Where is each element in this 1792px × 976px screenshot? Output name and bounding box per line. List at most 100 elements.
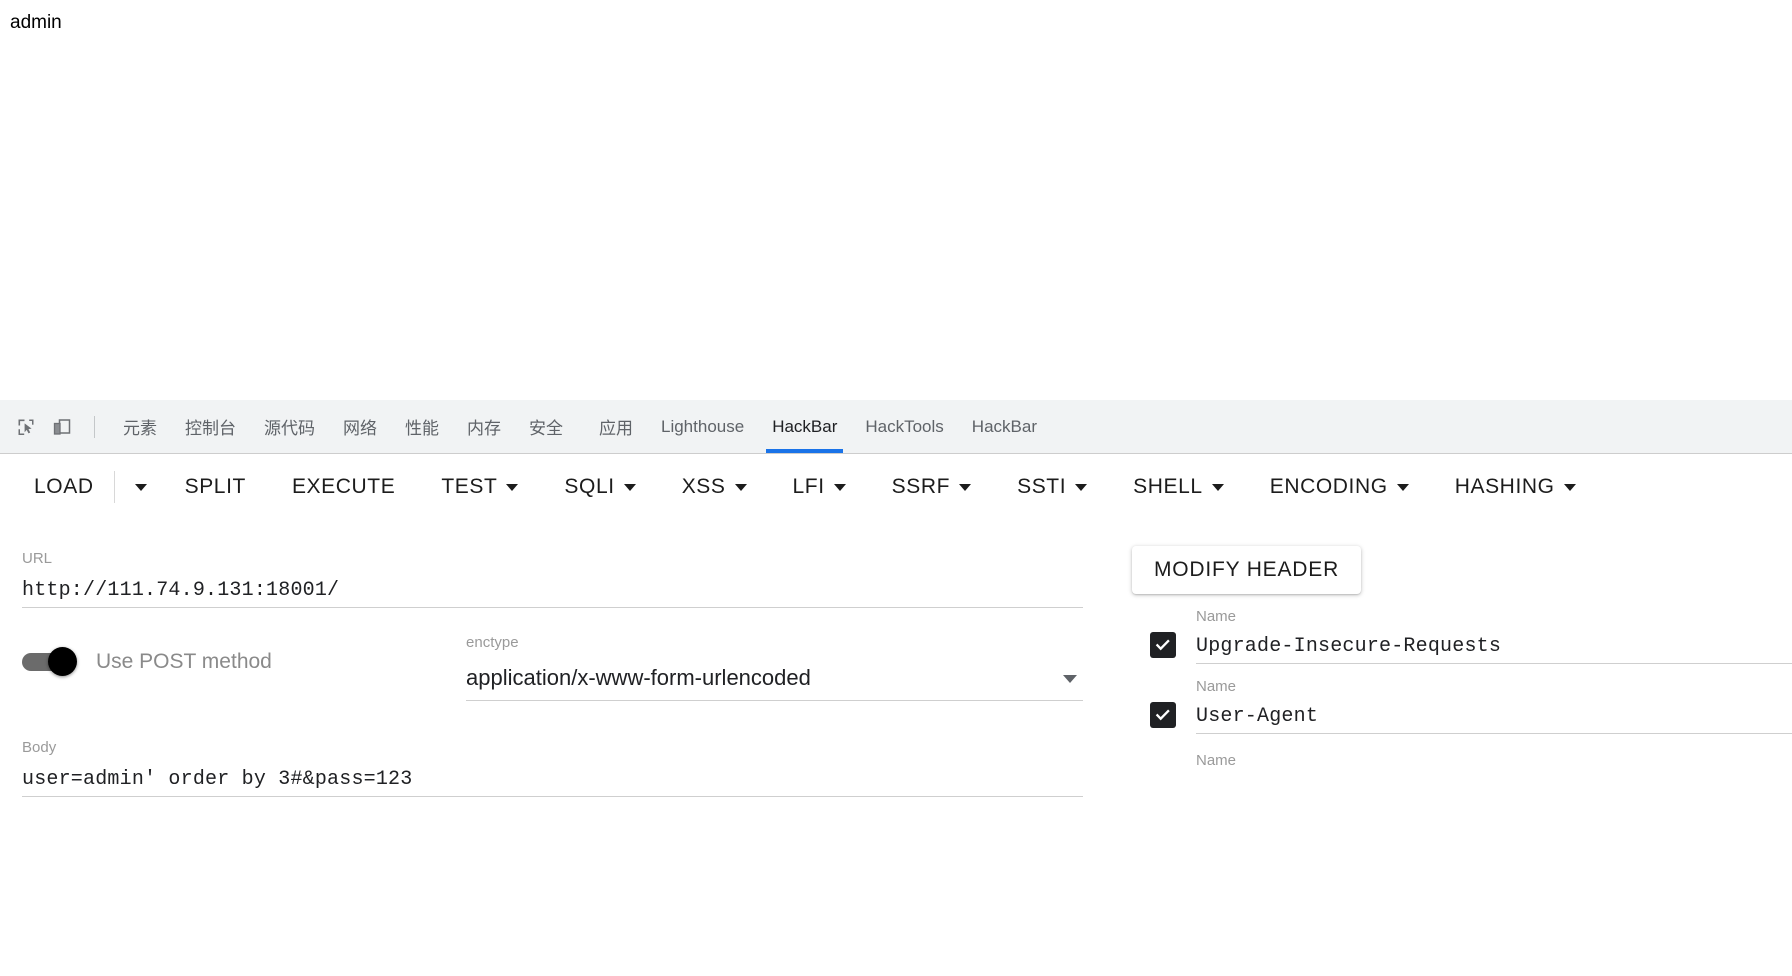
tab-hackbar[interactable]: HackBar — [758, 400, 851, 453]
split-label: SPLIT — [184, 475, 246, 498]
ssrf-label: SSRF — [891, 475, 951, 498]
post-and-enctype-row: Use POST method enctype application/x-ww… — [22, 634, 1083, 701]
body-field[interactable]: Body user=admin' order by 3#&pass=123 — [22, 739, 1083, 797]
header-name-field[interactable]: Name User-Agent — [1196, 678, 1792, 734]
load-button[interactable]: LOAD — [22, 469, 106, 505]
header-enabled-checkbox[interactable] — [1150, 632, 1176, 658]
chevron-down-icon — [134, 483, 147, 491]
split-button[interactable]: SPLIT — [173, 469, 258, 505]
device-toolbar-icon[interactable] — [44, 409, 80, 445]
sqli-button[interactable]: SQLI — [552, 469, 647, 505]
tab-label: HackBar — [971, 416, 1037, 436]
chevron-down-icon — [833, 483, 846, 491]
tab-application[interactable]: 应用 — [585, 400, 647, 453]
toggle-switch-icon[interactable] — [22, 647, 78, 676]
lfi-button[interactable]: LFI — [781, 469, 858, 505]
tab-label: 安全 — [529, 419, 563, 438]
modify-header-button[interactable]: MODIFY HEADER — [1132, 546, 1362, 594]
tab-label: 元素 — [123, 419, 157, 438]
header-name-field[interactable]: Name Upgrade-Insecure-Requests — [1196, 608, 1792, 664]
tab-label: HackBar — [772, 416, 838, 436]
tab-label: 性能 — [405, 419, 439, 438]
devtools-tabbar: 元素 控制台 源代码 网络 性能 内存 安全 应用 Lighthouse Hac… — [0, 400, 1792, 454]
enctype-label: enctype — [466, 634, 519, 651]
sqli-label: SQLI — [564, 475, 615, 498]
page-content-text: admin — [10, 12, 62, 33]
chevron-down-icon[interactable] — [1063, 675, 1077, 683]
tab-network[interactable]: 网络 — [329, 400, 391, 453]
tab-label: HackTools — [865, 416, 944, 436]
tab-label: 源代码 — [264, 419, 315, 438]
chevron-down-icon — [623, 483, 636, 491]
url-label: URL — [22, 550, 53, 567]
header-name-label: Name — [1196, 678, 1237, 695]
load-label: LOAD — [34, 475, 94, 498]
tab-security[interactable]: 安全 — [515, 400, 577, 453]
tab-label: Lighthouse — [661, 416, 745, 436]
tab-console[interactable]: 控制台 — [171, 400, 250, 453]
body-label: Body — [22, 739, 57, 756]
test-button[interactable]: TEST — [429, 469, 530, 505]
execute-button[interactable]: EXECUTE — [280, 469, 407, 505]
header-name-input[interactable]: Upgrade-Insecure-Requests — [1196, 635, 1792, 664]
lfi-label: LFI — [792, 475, 825, 498]
enctype-value[interactable]: application/x-www-form-urlencoded — [466, 665, 1083, 701]
hackbar-panel: LOAD SPLIT EXECUTE TEST SQLI XSS LFI SSR… — [0, 454, 1792, 976]
body-input[interactable]: user=admin' order by 3#&pass=123 — [22, 768, 1083, 797]
header-row: Name User-Agent — [1132, 678, 1792, 734]
tab-sources[interactable]: 源代码 — [250, 400, 329, 453]
header-row: Name Upgrade-Insecure-Requests — [1132, 608, 1792, 664]
modify-header-column: MODIFY HEADER Name Upgrade-Insecure-Requ… — [1132, 520, 1792, 769]
url-field[interactable]: URL http://111.74.9.131:18001/ — [22, 550, 1083, 608]
header-row-partial: Name — [1132, 752, 1792, 769]
tab-label: 内存 — [467, 419, 501, 438]
shell-label: SHELL — [1133, 475, 1203, 498]
tab-elements[interactable]: 元素 — [109, 400, 171, 453]
load-divider — [113, 471, 115, 503]
chevron-down-icon — [1396, 483, 1409, 491]
toggle-knob — [48, 647, 77, 676]
chevron-down-icon — [1211, 483, 1224, 491]
tab-performance[interactable]: 性能 — [391, 400, 453, 453]
modify-header-label: MODIFY HEADER — [1154, 558, 1340, 581]
use-post-method-label: Use POST method — [96, 650, 272, 673]
tab-memory[interactable]: 内存 — [453, 400, 515, 453]
enctype-select[interactable]: enctype application/x-www-form-urlencode… — [466, 634, 1083, 701]
chevron-down-icon — [506, 483, 519, 491]
use-post-method-toggle[interactable]: Use POST method — [22, 634, 466, 676]
hackbar-toolbar: LOAD SPLIT EXECUTE TEST SQLI XSS LFI SSR… — [0, 454, 1792, 520]
chevron-down-icon — [1563, 483, 1576, 491]
encoding-button[interactable]: ENCODING — [1258, 469, 1421, 505]
ssti-label: SSTI — [1017, 475, 1067, 498]
chevron-down-icon — [1075, 483, 1088, 491]
shell-button[interactable]: SHELL — [1121, 469, 1236, 505]
tab-hacktools[interactable]: HackTools — [851, 400, 957, 453]
test-label: TEST — [441, 475, 498, 498]
header-name-label: Name — [1196, 608, 1237, 625]
tab-label: 网络 — [343, 419, 377, 438]
page-viewport: admin — [0, 0, 1792, 400]
devtools-panel: 元素 控制台 源代码 网络 性能 内存 安全 应用 Lighthouse Hac… — [0, 400, 1792, 976]
hashing-button[interactable]: HASHING — [1443, 469, 1588, 505]
header-name-input[interactable]: User-Agent — [1196, 705, 1792, 734]
tab-hackbar-secondary[interactable]: HackBar — [958, 400, 1051, 453]
chevron-down-icon — [959, 483, 972, 491]
tab-lighthouse[interactable]: Lighthouse — [647, 400, 758, 453]
header-enabled-checkbox[interactable] — [1150, 702, 1176, 728]
toolbar-divider — [94, 415, 95, 438]
ssrf-button[interactable]: SSRF — [880, 469, 983, 505]
hashing-label: HASHING — [1454, 475, 1555, 498]
xss-button[interactable]: XSS — [670, 469, 759, 505]
encoding-label: ENCODING — [1269, 475, 1388, 498]
tab-label: 控制台 — [185, 419, 236, 438]
url-input[interactable]: http://111.74.9.131:18001/ — [22, 579, 1083, 608]
inspect-element-icon[interactable] — [8, 409, 44, 445]
xss-label: XSS — [681, 475, 726, 498]
load-dropdown-button[interactable] — [125, 476, 157, 499]
tab-label: 应用 — [599, 419, 633, 438]
execute-label: EXECUTE — [291, 475, 396, 498]
ssti-button[interactable]: SSTI — [1005, 469, 1099, 505]
request-editor-column: URL http://111.74.9.131:18001/ Use POST … — [0, 520, 1105, 797]
header-name-label: Name — [1196, 752, 1237, 769]
chevron-down-icon — [734, 483, 747, 491]
